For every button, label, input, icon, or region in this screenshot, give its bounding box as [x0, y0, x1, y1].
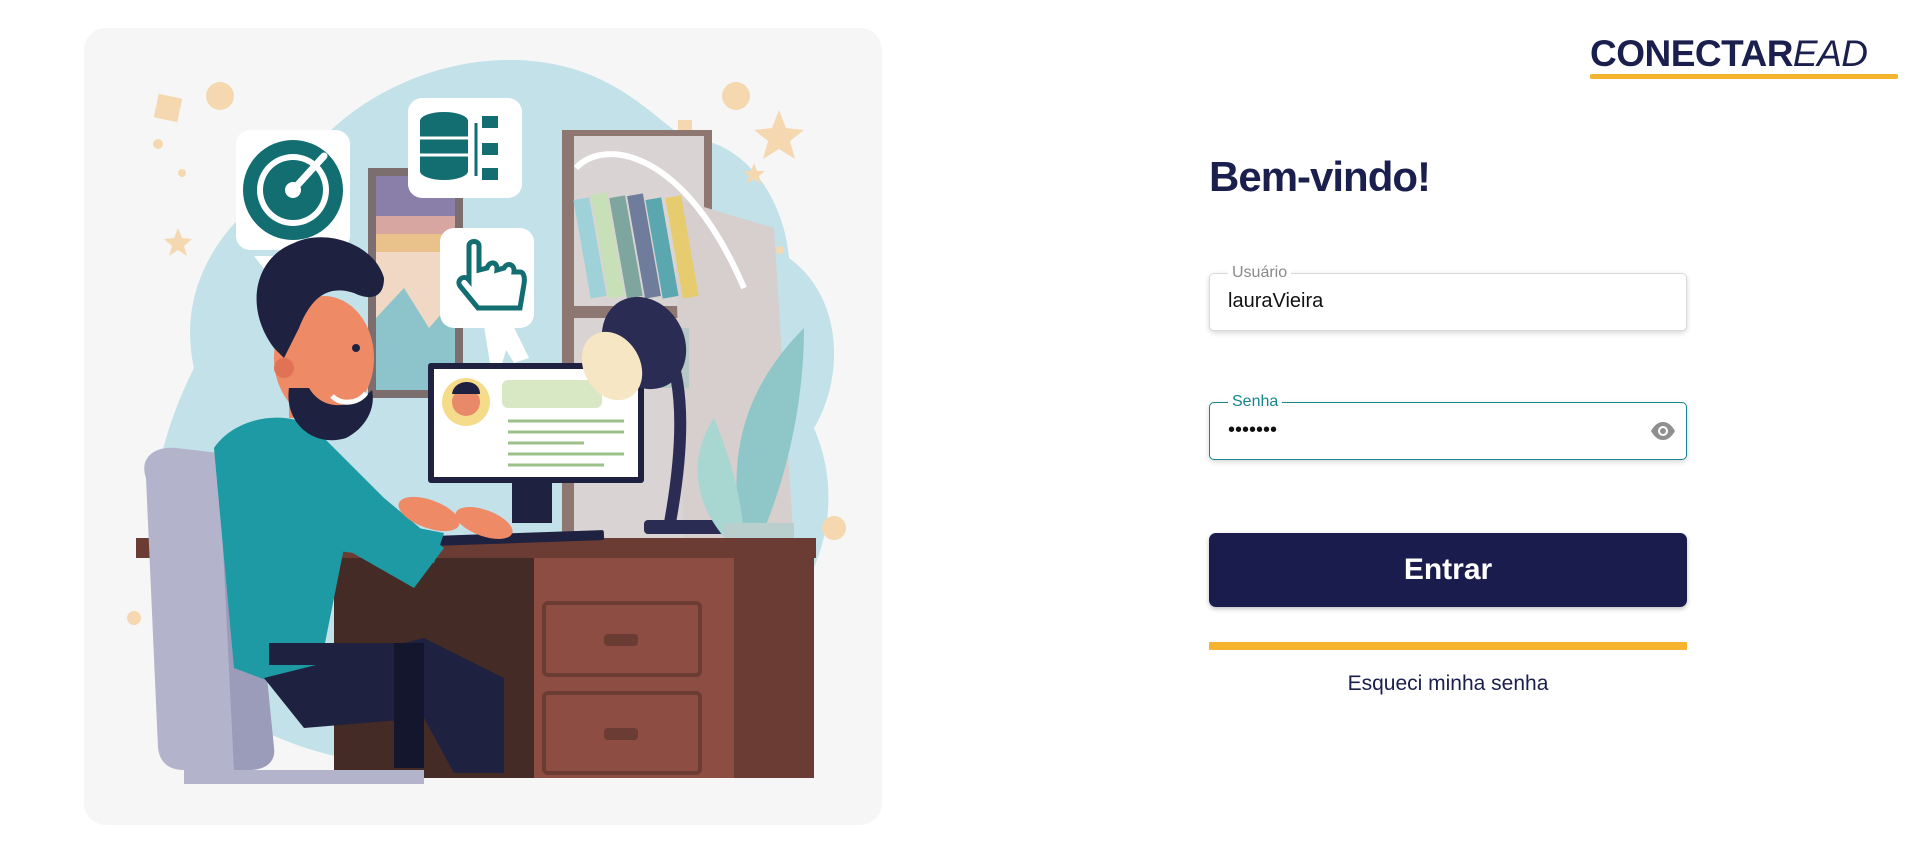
password-field[interactable]: Senha: [1209, 393, 1687, 460]
login-page: CONECTAREAD Bem-vindo! Usuário Senha En: [0, 0, 1920, 847]
database-network-icon: [420, 112, 498, 180]
illustration-panel: [84, 28, 882, 825]
forgot-password-link[interactable]: Esqueci minha senha: [1209, 672, 1687, 696]
username-field[interactable]: Usuário: [1209, 264, 1687, 331]
page-title: Bem-vindo!: [1209, 150, 1431, 204]
login-button[interactable]: Entrar: [1209, 533, 1687, 607]
logo-underline: [1590, 74, 1898, 79]
logo-bold-text: CONECTAR: [1590, 33, 1793, 74]
password-label: Senha: [1228, 393, 1283, 411]
login-form: Bem-vindo! Usuário Senha Entrar Esqueci …: [1209, 150, 1687, 695]
accent-divider: [1209, 642, 1687, 650]
username-label: Usuário: [1228, 264, 1292, 282]
username-input[interactable]: [1228, 288, 1628, 314]
eye-icon[interactable]: [1650, 420, 1676, 442]
logo-light-text: EAD: [1792, 33, 1868, 74]
brand-logo: CONECTAREAD: [1590, 34, 1900, 80]
welcome-text: Bem-vindo!: [1209, 153, 1431, 200]
password-input[interactable]: [1228, 417, 1628, 443]
person-at-desk-illustration: [127, 59, 846, 784]
